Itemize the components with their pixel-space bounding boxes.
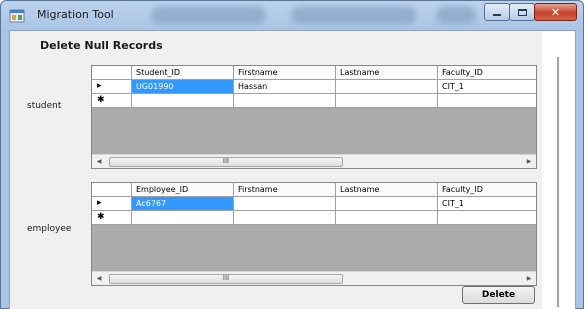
- title-bar-decoration: [151, 6, 266, 24]
- new-row[interactable]: ✱: [92, 94, 536, 108]
- table-cell[interactable]: [234, 94, 336, 108]
- table-cell[interactable]: [336, 211, 438, 225]
- new-row-indicator[interactable]: ✱: [92, 94, 132, 108]
- title-bar-decoration: [436, 6, 476, 24]
- grid-corner-header[interactable]: [92, 183, 132, 197]
- divider: [557, 57, 559, 307]
- column-header[interactable]: Lastname: [336, 66, 438, 80]
- scroll-left-icon[interactable]: ◀: [92, 272, 106, 285]
- column-header[interactable]: Faculty_ID: [438, 66, 536, 80]
- table-row[interactable]: ▸ UG01990 Hassan CIT_1: [92, 80, 536, 94]
- column-header[interactable]: Lastname: [336, 183, 438, 197]
- minimize-icon: [493, 14, 501, 16]
- minimize-button[interactable]: [484, 3, 510, 21]
- new-row-indicator[interactable]: ✱: [92, 211, 132, 225]
- table-cell[interactable]: [234, 197, 336, 211]
- column-header[interactable]: Employee_ID: [132, 183, 234, 197]
- maximize-button[interactable]: [509, 3, 535, 21]
- table-cell[interactable]: [336, 80, 438, 94]
- table-cell[interactable]: CIT_1: [438, 197, 536, 211]
- student-grid[interactable]: Student_ID Firstname Lastname Faculty_ID…: [91, 65, 537, 169]
- table-cell[interactable]: [438, 211, 536, 225]
- employee-label: employee: [27, 224, 72, 234]
- table-cell[interactable]: [234, 211, 336, 225]
- table-row[interactable]: ▸ Ac6767 CIT_1: [92, 197, 536, 211]
- scroll-left-icon[interactable]: ◀: [92, 155, 106, 168]
- scroll-right-icon[interactable]: ▶: [522, 272, 536, 285]
- app-window: Migration Tool ✕ Delete Null Records stu…: [0, 0, 584, 309]
- table-cell[interactable]: Hassan: [234, 80, 336, 94]
- table-cell[interactable]: [132, 94, 234, 108]
- page-title: Delete Null Records: [40, 39, 163, 52]
- horizontal-scrollbar[interactable]: ◀ III ▶: [92, 271, 536, 285]
- right-margin: [542, 31, 575, 309]
- scrollbar-thumb[interactable]: III: [109, 274, 343, 284]
- current-row-indicator[interactable]: ▸: [92, 197, 132, 211]
- column-header[interactable]: Student_ID: [132, 66, 234, 80]
- current-row-indicator[interactable]: ▸: [92, 80, 132, 94]
- table-cell[interactable]: UG01990: [132, 80, 234, 94]
- table-cell[interactable]: [336, 94, 438, 108]
- window-title: Migration Tool: [37, 8, 114, 21]
- table-cell[interactable]: CIT_1: [438, 80, 536, 94]
- employee-grid[interactable]: Employee_ID Firstname Lastname Faculty_I…: [91, 182, 537, 286]
- table-cell[interactable]: Ac6767: [132, 197, 234, 211]
- form-client-area: Delete Null Records student Student_ID F…: [9, 30, 576, 309]
- column-header[interactable]: Faculty_ID: [438, 183, 536, 197]
- title-bar[interactable]: Migration Tool ✕: [1, 1, 583, 29]
- new-row[interactable]: ✱: [92, 211, 536, 225]
- horizontal-scrollbar[interactable]: ◀ III ▶: [92, 154, 536, 168]
- app-window-icon: [9, 9, 25, 23]
- maximize-icon: [517, 8, 527, 16]
- title-bar-decoration: [291, 6, 416, 24]
- close-button[interactable]: ✕: [534, 3, 577, 21]
- scrollbar-thumb[interactable]: III: [109, 157, 343, 167]
- scroll-right-icon[interactable]: ▶: [522, 155, 536, 168]
- close-icon: ✕: [550, 5, 561, 19]
- table-cell[interactable]: [438, 94, 536, 108]
- delete-button[interactable]: Delete: [462, 286, 535, 304]
- grid-corner-header[interactable]: [92, 66, 132, 80]
- column-header[interactable]: Firstname: [234, 183, 336, 197]
- column-header[interactable]: Firstname: [234, 66, 336, 80]
- table-cell[interactable]: [132, 211, 234, 225]
- table-cell[interactable]: [336, 197, 438, 211]
- student-label: student: [27, 101, 62, 111]
